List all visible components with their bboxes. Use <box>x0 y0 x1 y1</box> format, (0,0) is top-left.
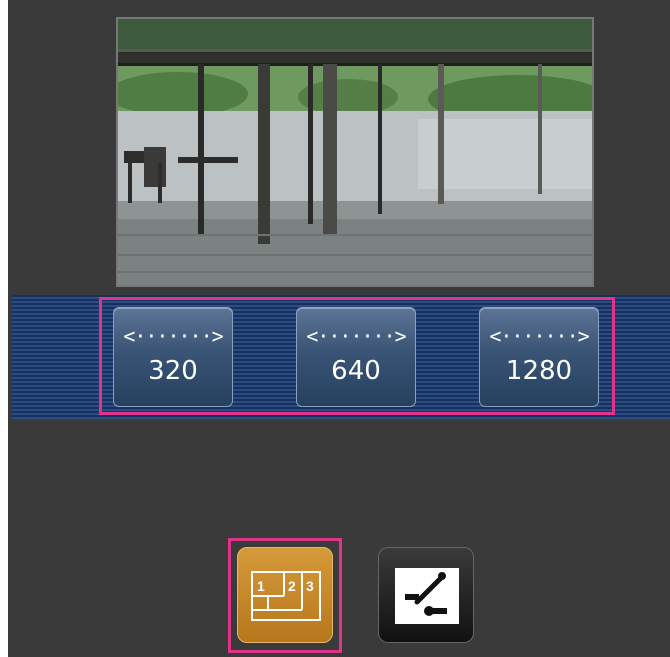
multiscreen-digit-3: 3 <box>306 578 314 594</box>
control-button[interactable] <box>378 547 474 643</box>
multiscreen-digit-2: 2 <box>288 578 296 594</box>
camera-scene <box>118 19 592 285</box>
resize-arrow-icon: <·······> <box>123 324 223 348</box>
resolution-640-button[interactable]: <·······> 640 <box>296 307 416 407</box>
resize-arrow-icon: <·······> <box>306 324 406 348</box>
multiscreen-digit-1: 1 <box>257 578 265 594</box>
resolution-label: 640 <box>331 356 381 386</box>
resolution-320-button[interactable]: <·······> 320 <box>113 307 233 407</box>
multiscreen-icon: 1 2 3 <box>251 571 321 621</box>
resize-arrow-icon: <·······> <box>489 324 589 348</box>
resolution-label: 1280 <box>505 356 573 386</box>
multiscreen-button[interactable]: 1 2 3 <box>237 547 333 643</box>
control-panel-icon <box>395 568 459 624</box>
resolution-1280-button[interactable]: <·······> 1280 <box>479 307 599 407</box>
camera-image[interactable] <box>116 17 594 287</box>
resolution-label: 320 <box>148 356 198 386</box>
